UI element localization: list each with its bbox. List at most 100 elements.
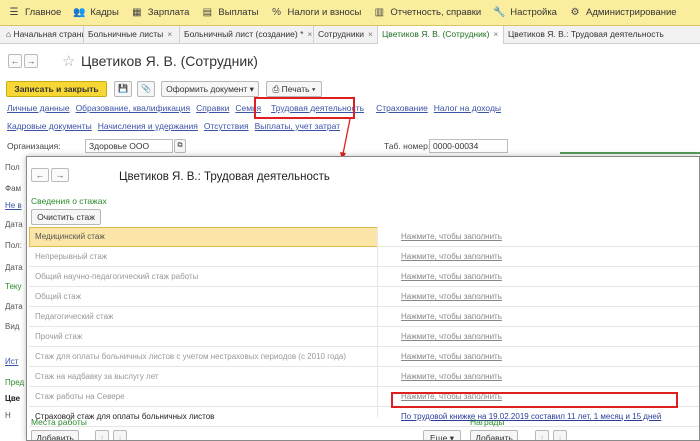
main-menu-bar: ☰ Главное 👥 Кадры ▦ Зарплата ▤ Выплаты % Нало…: [0, 0, 700, 26]
side-link[interactable]: Ист: [5, 357, 18, 366]
row-name: Прочий стаж: [35, 332, 83, 341]
print-button[interactable]: ⎙ Печать ▾: [266, 81, 322, 97]
award-down-icon[interactable]: ↓: [553, 430, 567, 440]
row-name: Стаж работы на Севере: [35, 392, 125, 401]
menu-item-main[interactable]: ☰ Главное: [0, 0, 67, 26]
link-insurance[interactable]: Страхование: [376, 103, 428, 113]
save-icon[interactable]: 💾: [114, 81, 132, 97]
page-title: Цветиков Я. В. (Сотрудник): [81, 53, 258, 69]
modal-forward-button[interactable]: →: [51, 168, 69, 182]
link-certificates[interactable]: Справки: [196, 103, 229, 113]
table-row[interactable]: Непрерывный стаж Нажмите, чтобы заполнить: [29, 247, 699, 267]
tab-sick-leaves[interactable]: Больничные листы ×: [84, 26, 180, 44]
row-value-link[interactable]: Нажмите, чтобы заполнить: [401, 232, 502, 241]
tab-label: Начальная страница: [13, 29, 84, 39]
row-value-link[interactable]: Нажмите, чтобы заполнить: [401, 292, 502, 301]
organization-field[interactable]: Здоровье ООО: [85, 139, 173, 153]
places-of-work-title: Места работы: [31, 417, 87, 427]
table-row[interactable]: Медицинский стаж Нажмите, чтобы заполнить: [29, 227, 699, 247]
table-row[interactable]: Общий научно-педагогический стаж работы Н…: [29, 267, 699, 287]
link-accruals[interactable]: Начисления и удержания: [98, 121, 198, 131]
move-down-icon[interactable]: ↓: [113, 430, 127, 440]
close-icon[interactable]: ×: [493, 29, 498, 39]
add-place-button[interactable]: Добавить: [31, 430, 79, 440]
table-row[interactable]: Прочий стаж Нажмите, чтобы заполнить: [29, 327, 699, 347]
side-link[interactable]: Не в: [5, 201, 22, 210]
row-value-link[interactable]: Нажмите, чтобы заполнить: [401, 252, 502, 261]
menu-item-label: Отчетность, справки: [390, 7, 482, 18]
tab-employees[interactable]: Сотрудники ×: [314, 26, 378, 44]
link-payments[interactable]: Выплаты, учет затрат: [255, 121, 340, 131]
menu-item-reports[interactable]: ▥ Отчетность, справки: [367, 0, 487, 26]
row-name: Стаж для оплаты больничных листов с учет…: [35, 352, 346, 361]
side-label: Дата: [5, 302, 23, 311]
create-document-button[interactable]: Оформить документ ▾: [161, 81, 259, 97]
menu-item-admin[interactable]: ⚙ Администрирование: [563, 0, 683, 26]
award-up-icon[interactable]: ↑: [535, 430, 549, 440]
more-button[interactable]: Еще ▾: [423, 430, 461, 441]
table-row[interactable]: Стаж на надбавку за выслугу лет Нажмите, …: [29, 367, 699, 387]
menu-item-hr[interactable]: 👥 Кадры: [67, 0, 124, 26]
menu-item-label: Администрирование: [585, 7, 677, 18]
table-row[interactable]: Стаж для оплаты больничных листов с учет…: [29, 347, 699, 367]
report-icon: ▥: [374, 7, 385, 18]
experience-table: Медицинский стаж Нажмите, чтобы заполнить…: [27, 227, 699, 427]
create-document-label: Оформить документ: [166, 84, 248, 94]
gear-icon: ⚙: [570, 7, 580, 18]
menu-item-salary[interactable]: ▦ Зарплата: [125, 0, 196, 26]
attach-icon[interactable]: 📎: [137, 81, 155, 97]
close-icon[interactable]: ×: [307, 29, 312, 39]
tab-work-activity[interactable]: Цветиков Я. В.: Трудовая деятельность: [504, 26, 700, 44]
open-organization-icon[interactable]: ⧉: [174, 139, 186, 153]
tab-number-field[interactable]: 0000-00034: [429, 139, 508, 153]
row-value-link[interactable]: Нажмите, чтобы заполнить: [401, 332, 502, 341]
row-value-link[interactable]: Нажмите, чтобы заполнить: [401, 272, 502, 281]
menu-item-label: Настройка: [510, 7, 557, 18]
back-button[interactable]: ←: [8, 54, 22, 68]
row-name: Общий научно-педагогический стаж работы: [35, 272, 199, 281]
close-icon[interactable]: ×: [368, 29, 373, 39]
move-up-icon[interactable]: ↑: [95, 430, 109, 440]
close-icon[interactable]: ×: [167, 29, 172, 39]
table-row[interactable]: Педагогический стаж Нажмите, чтобы заполн…: [29, 307, 699, 327]
side-label: Вид: [5, 322, 20, 331]
menu-item-label: Выплаты: [218, 7, 259, 18]
menu-item-settings[interactable]: 🔧 Настройка: [487, 0, 563, 26]
row-value-link[interactable]: По трудовой книжке на 19.02.2019 состави…: [401, 412, 661, 421]
side-label: Цве: [5, 394, 21, 403]
link-income-tax[interactable]: Налог на доходы: [434, 103, 501, 113]
side-label: Пол: [5, 163, 20, 172]
link-education[interactable]: Образование, квалификация: [76, 103, 191, 113]
table-row[interactable]: Общий стаж Нажмите, чтобы заполнить: [29, 287, 699, 307]
modal-back-button[interactable]: ←: [31, 168, 49, 182]
save-close-button[interactable]: Записать и закрыть: [6, 81, 107, 97]
more-label: Еще: [430, 433, 448, 441]
link-absences[interactable]: Отсутствия: [204, 121, 249, 131]
row-value-link[interactable]: Нажмите, чтобы заполнить: [401, 312, 502, 321]
menu-item-payments[interactable]: ▤ Выплаты: [195, 0, 264, 26]
tab-label: Больничный лист (создание) *: [184, 29, 304, 39]
side-label: Н: [5, 411, 11, 420]
row-value-link[interactable]: Нажмите, чтобы заполнить: [401, 372, 502, 381]
clear-experience-button[interactable]: Очистить стаж: [31, 209, 101, 225]
tab-home[interactable]: ⌂ Начальная страница: [0, 26, 84, 44]
side-label: Дата: [5, 263, 23, 272]
menu-icon: ☰: [9, 7, 19, 18]
column-divider: [377, 227, 378, 417]
tab-sick-leave-create[interactable]: Больничный лист (создание) * ×: [180, 26, 314, 44]
link-hr-documents[interactable]: Кадровые документы: [7, 121, 92, 131]
row-name: Общий стаж: [35, 292, 81, 301]
link-personal-data[interactable]: Личные данные: [7, 103, 70, 113]
chevron-down-icon: ▾: [449, 433, 454, 441]
table-row[interactable]: Страховой стаж для оплаты больничных лис…: [29, 407, 699, 427]
add-award-button[interactable]: Добавить: [470, 430, 518, 440]
tab-employee[interactable]: Цветиков Я. В. (Сотрудник) ×: [378, 26, 504, 44]
row-value-link[interactable]: Нажмите, чтобы заполнить: [401, 352, 502, 361]
star-icon[interactable]: ☆: [62, 52, 75, 70]
forward-button[interactable]: →: [24, 54, 38, 68]
tab-number-label: Таб. номер:: [384, 141, 431, 151]
highlight-insurance-experience: [391, 392, 678, 408]
awards-title: Награды: [470, 417, 505, 427]
calculator-icon: ▦: [132, 7, 142, 18]
menu-item-taxes[interactable]: % Налоги и взносы: [265, 0, 368, 26]
